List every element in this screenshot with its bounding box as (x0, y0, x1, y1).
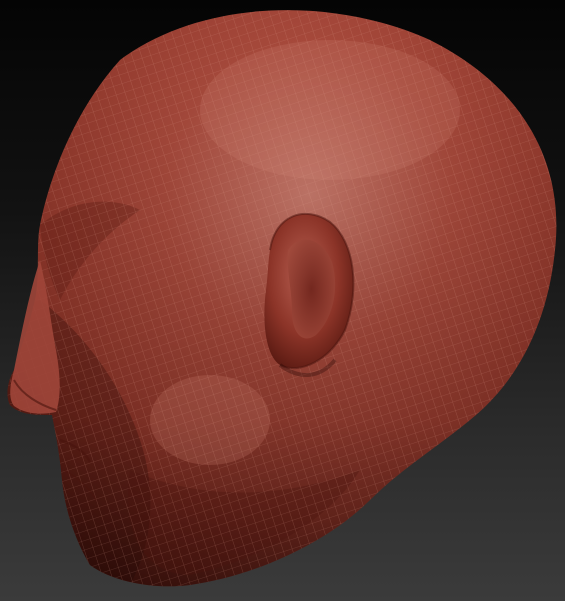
specular-highlight (200, 40, 460, 180)
3d-viewport[interactable] (0, 0, 565, 601)
head-model-canvas[interactable] (0, 0, 565, 601)
